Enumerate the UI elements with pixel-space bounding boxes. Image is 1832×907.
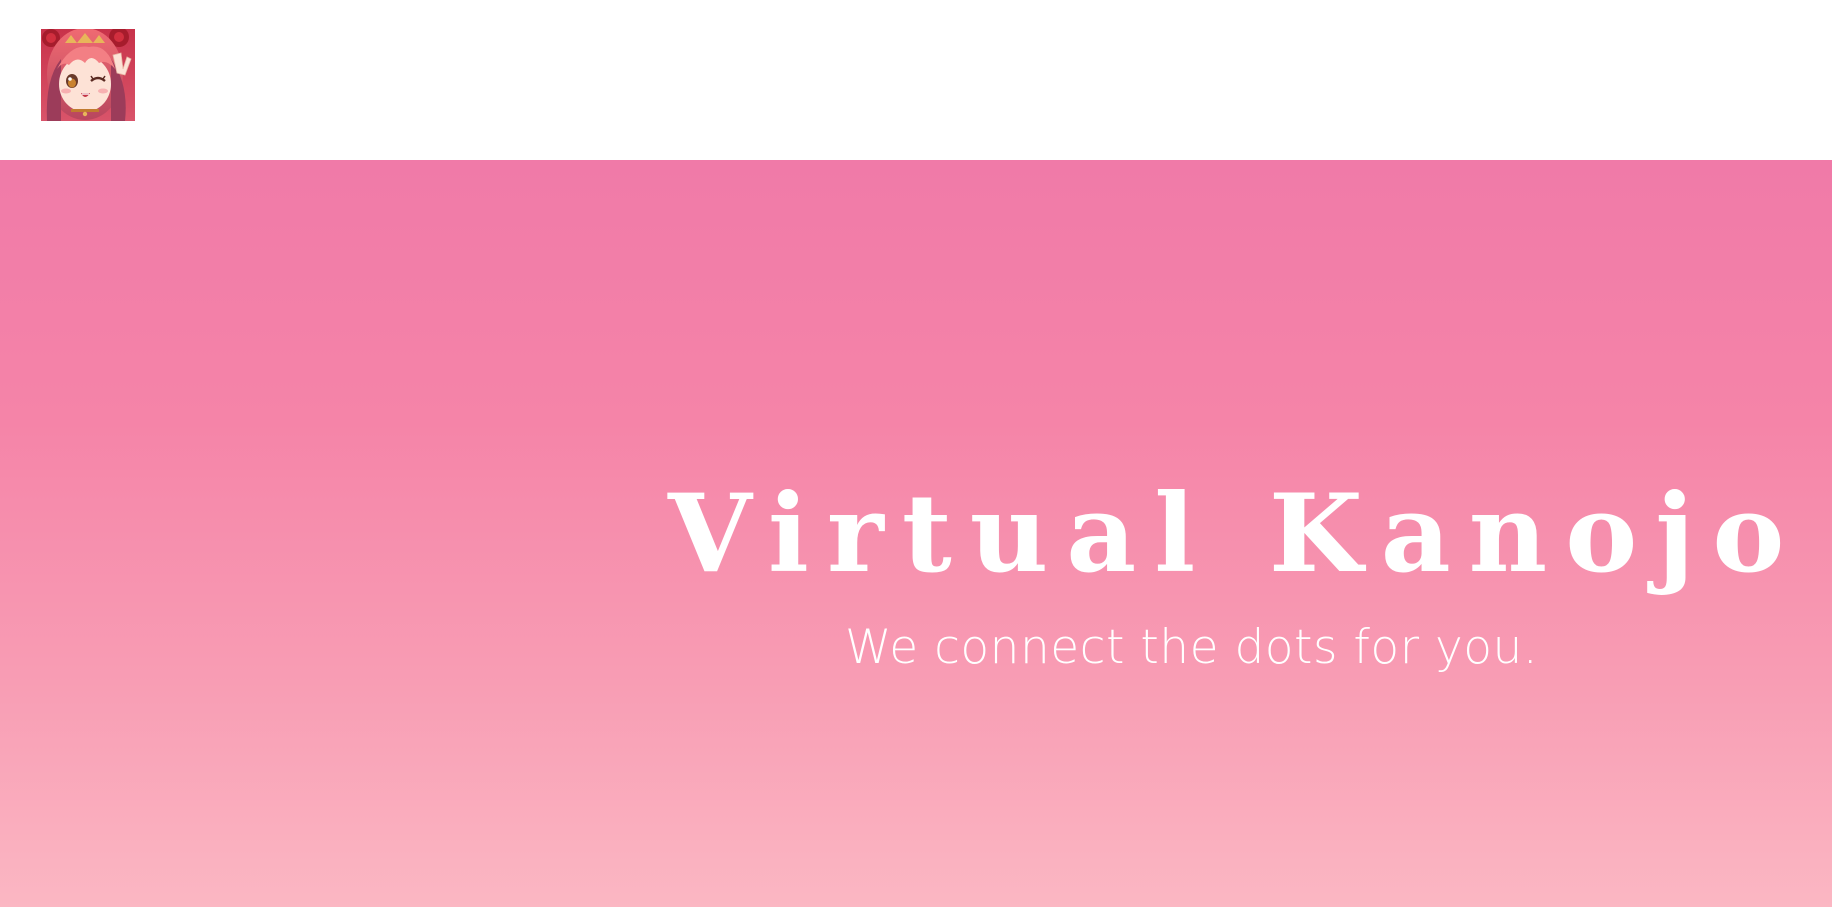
hero-tagline: We connect the dots for you.: [845, 620, 1539, 675]
site-header: [0, 0, 1832, 160]
logo-link[interactable]: [41, 29, 135, 121]
anime-girl-avatar-icon: [41, 29, 135, 121]
hero-banner: Virtual Kanojo We connect the dots for y…: [0, 160, 1832, 907]
hero-title: Virtual Kanojo: [668, 471, 1803, 597]
